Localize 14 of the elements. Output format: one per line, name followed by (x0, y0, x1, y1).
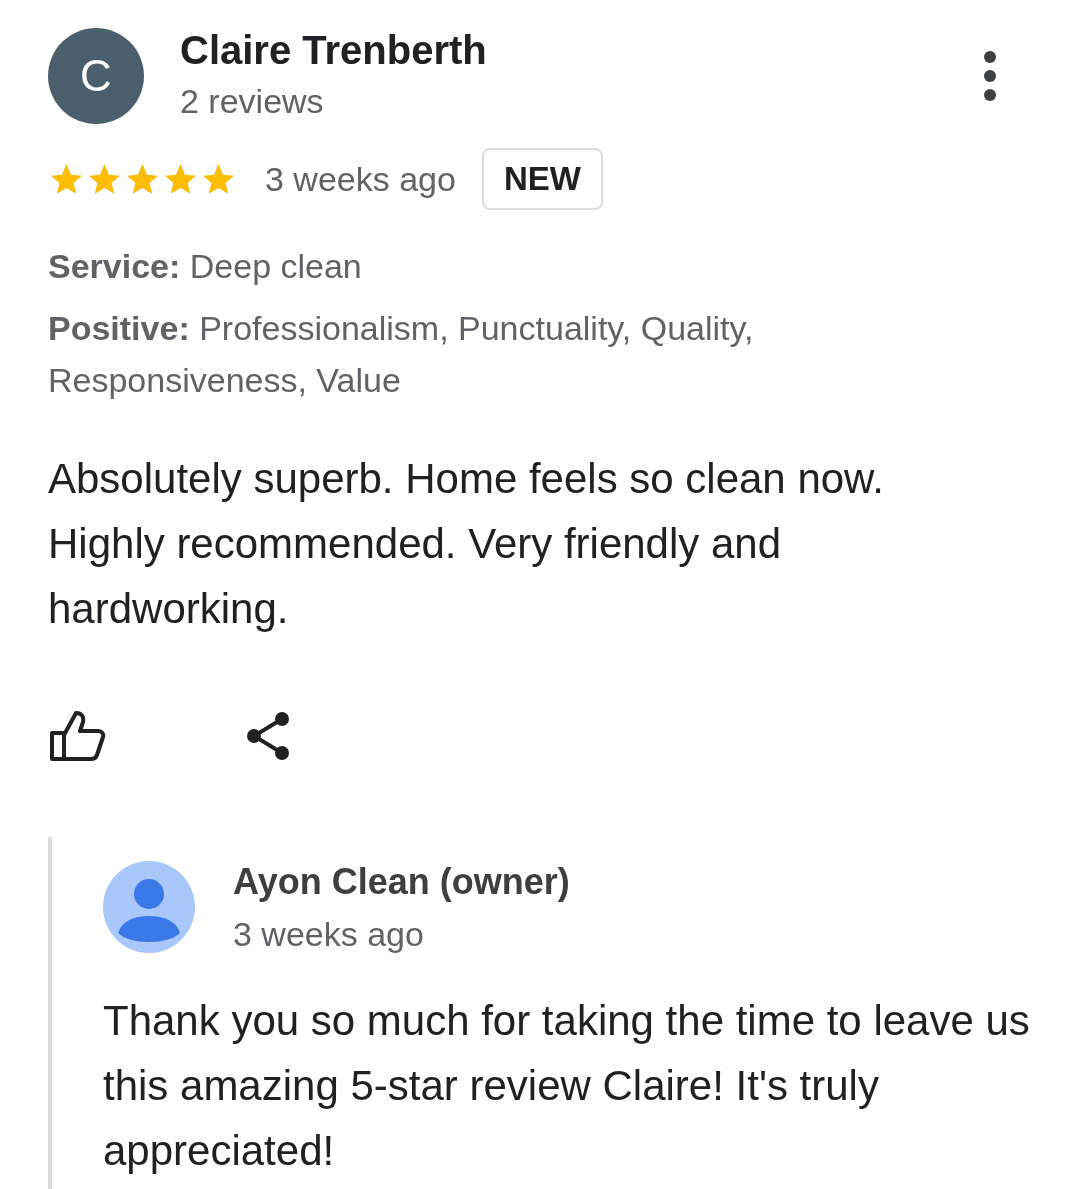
review-text: Absolutely superb. Home feels so clean now. Highly recommended. Very friendly and hardworking. (48, 454, 885, 634)
review-time: 3 weeks ago (265, 159, 456, 199)
more-options-icon[interactable] (982, 50, 998, 102)
review-count: 2 reviews (180, 82, 325, 121)
review-detail: Positive: Professionalism, Punctuality, Quality, Responsiveness, Value (48, 308, 755, 401)
reviewer-name[interactable]: Claire Trenberth (180, 28, 982, 72)
new-badge: NEW (481, 148, 603, 210)
avatar: C (48, 28, 144, 124)
review-detail: Service: Deep clean (48, 246, 363, 287)
reply-text: Thank you so much for taking the time to leave us this amazing 5-star review Claire! It's truly appreciated! (103, 996, 1031, 1176)
person-avatar-icon (103, 861, 195, 953)
owner-name: Ayon Clean (owner) (233, 861, 570, 903)
thumbs-up-icon[interactable] (48, 709, 106, 763)
reply-time: 3 weeks ago (233, 915, 425, 954)
